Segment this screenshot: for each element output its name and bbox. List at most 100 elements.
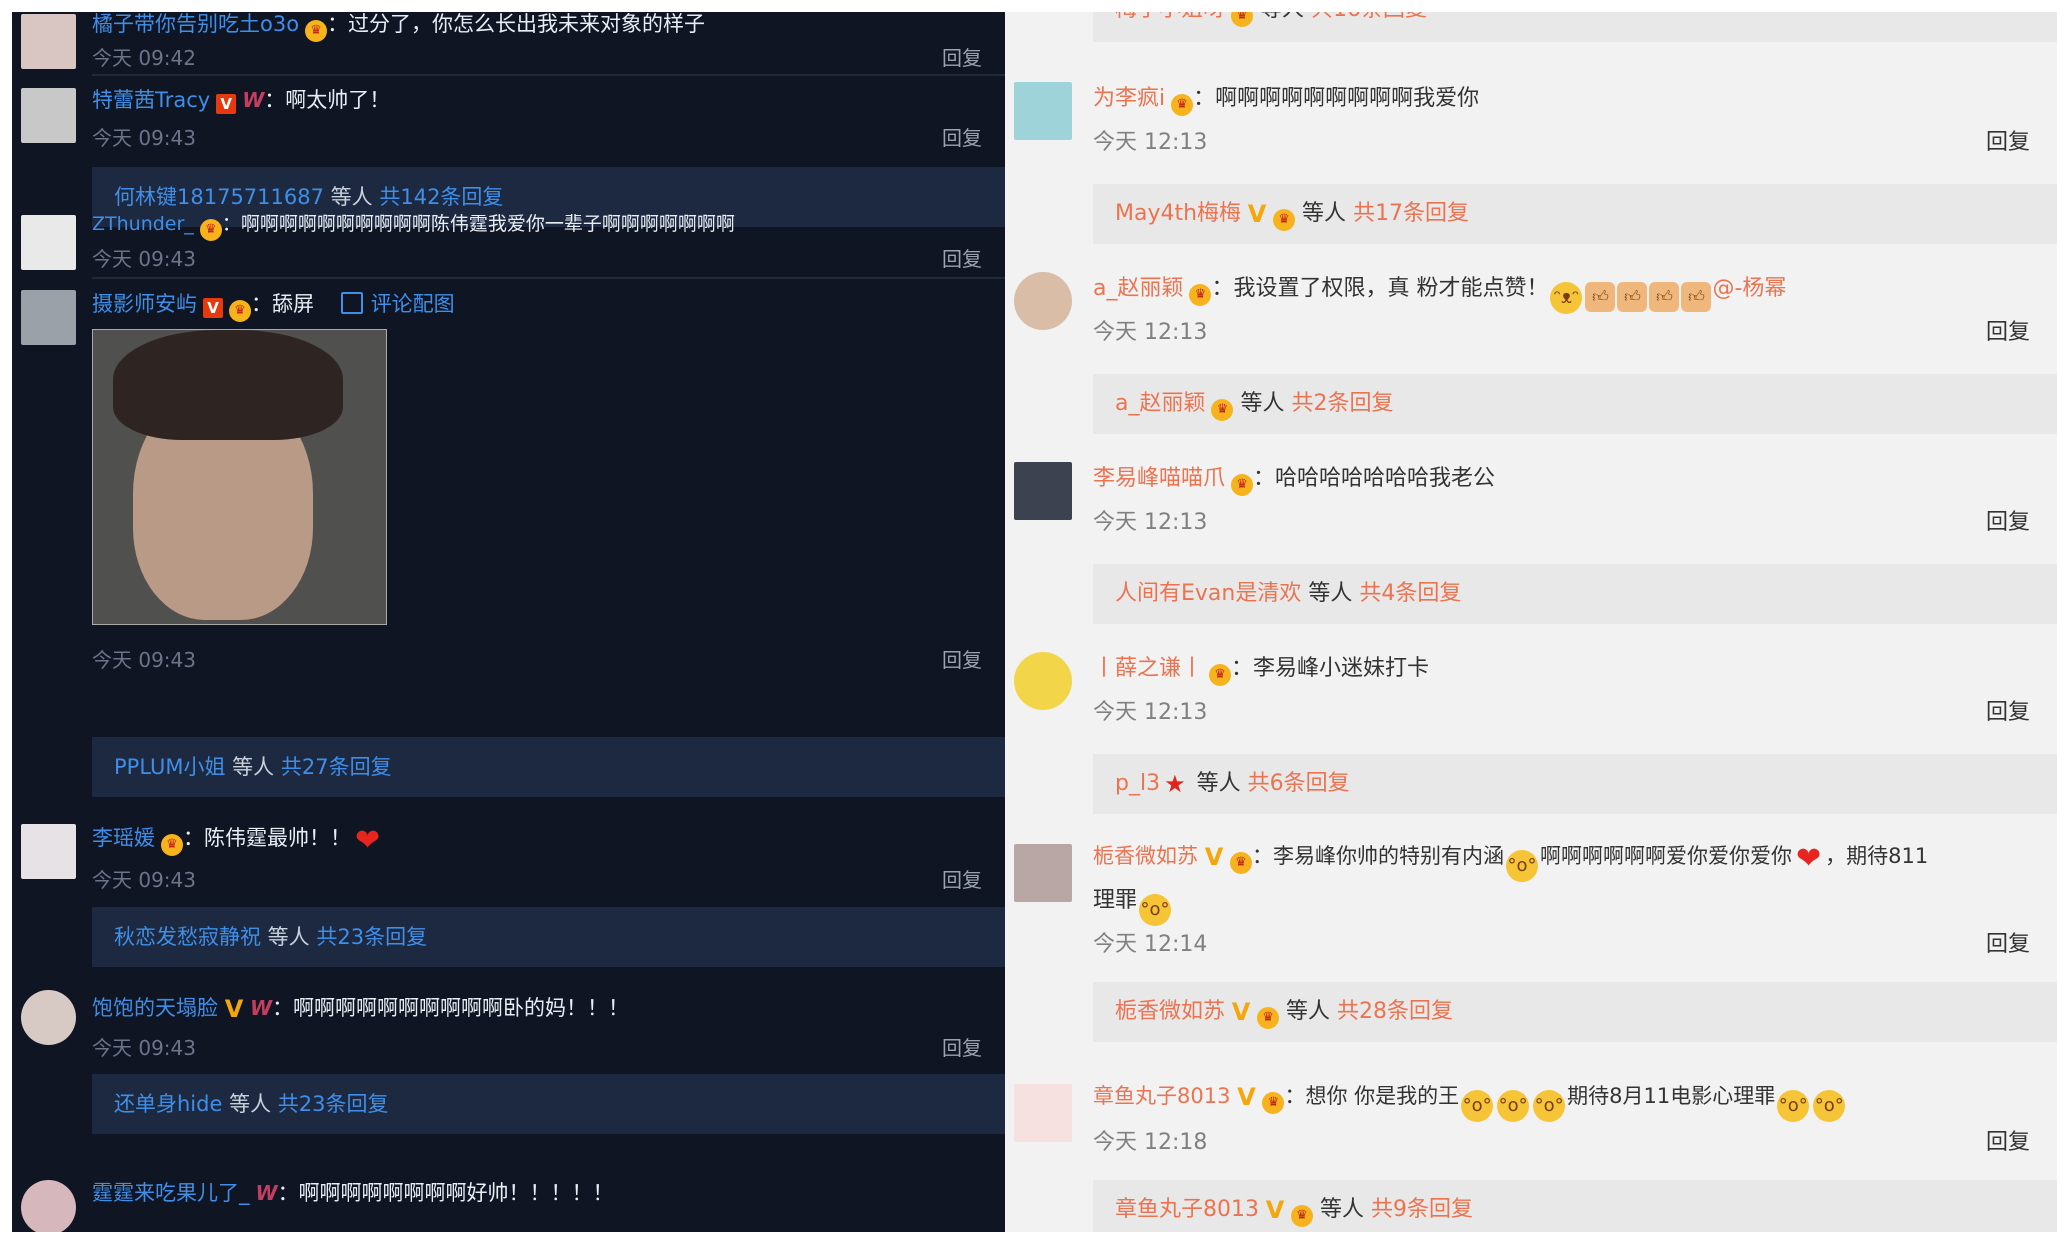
avatar[interactable]	[1014, 82, 1072, 140]
vip-crown-icon: ♛	[1291, 1205, 1313, 1227]
username[interactable]: a_赵丽颖	[1093, 276, 1183, 301]
username[interactable]: 丨薛之谦丨	[1093, 656, 1203, 681]
sub-reply-bar[interactable]: p_l3 ★ 等人 共6条回复	[1093, 754, 2057, 814]
sub-reply-bar[interactable]: PPLUM小姐 等人 共27条回复	[92, 737, 1005, 797]
comment-line: 李瑶媛 ♛ ：陈伟霆最帅！！ ❤	[92, 822, 1005, 858]
divider	[92, 277, 1005, 279]
avatar[interactable]	[1014, 1084, 1072, 1142]
mention-link[interactable]: @-杨幂	[1712, 276, 1786, 301]
avatar[interactable]	[21, 824, 76, 879]
sub-reply-bar[interactable]: 栀香微如苏 V ♛ 等人 共28条回复	[1093, 982, 2057, 1042]
sub-reply-count[interactable]: 共4条回复	[1359, 581, 1461, 606]
avatar[interactable]	[1014, 272, 1072, 330]
username[interactable]: 李易峰喵喵爪	[1093, 466, 1225, 491]
username[interactable]: 饱饱的天塌脸	[92, 996, 218, 1020]
reply-button[interactable]: 回复	[1986, 926, 2030, 958]
sub-reply-bar[interactable]: 梅子小姐呀 ♛ 等人 共16条回复	[1093, 12, 2057, 42]
sub-reply-bar[interactable]: 还单身hide 等人 共23条回复	[92, 1074, 1005, 1134]
sub-reply-count[interactable]: 共9条回复	[1371, 1197, 1473, 1222]
heart-emoji: ❤	[355, 823, 381, 858]
reply-button[interactable]: 回复	[942, 1032, 982, 1061]
sub-reply-names[interactable]: 章鱼丸子8013	[1115, 1197, 1259, 1222]
avatar[interactable]	[1014, 652, 1072, 710]
thumb-emoji: 👍︎	[1681, 282, 1712, 312]
vip-crown-icon: ♛	[1231, 12, 1254, 27]
sub-reply-names[interactable]: 秋恋发愁寂静祝	[114, 925, 261, 949]
avatar[interactable]	[21, 14, 76, 69]
sub-reply-names[interactable]: May4th梅梅	[1115, 201, 1241, 226]
comment-item: 章鱼丸子8013 V ♛ ：想你 你是我的王 °o° °o° °o° 期待8月11电影心理罪 °…	[1005, 1072, 2057, 1232]
comment-meta: 今天 12:13 回复	[1093, 694, 2057, 726]
comment-text: ：过分了，你怎么长出我未来对象的样子	[327, 12, 706, 36]
sub-reply-mid: 等人	[323, 185, 380, 209]
attach-label: 评论配图	[370, 292, 455, 316]
comment-meta: 今天 09:43 回复 142	[92, 864, 1005, 893]
comment-text: ：哈哈哈哈哈哈哈我老公	[1253, 466, 1496, 491]
sub-reply-count[interactable]: 共142条回复	[379, 185, 503, 209]
sub-reply-names[interactable]: 梅子小姐呀	[1115, 12, 1225, 22]
username[interactable]: 霆霆来吃果儿了_	[92, 1181, 250, 1205]
comment-item: ZThunder_ ♛ ：啊啊啊啊啊啊啊啊啊啊陈伟霆我爱你一辈子啊啊啊啊啊啊啊 今天…	[12, 207, 1005, 287]
avatar[interactable]	[21, 88, 76, 143]
comment-image-link[interactable]: 评论配图	[340, 292, 455, 316]
sub-reply-names[interactable]: a_赵丽颖	[1115, 391, 1205, 416]
reply-button[interactable]: 回复	[942, 42, 982, 71]
comment-text: ：想你 你是我的王	[1284, 1084, 1460, 1108]
vip-crown-icon: ♛	[161, 834, 183, 856]
surprised-emoji: °o°	[1813, 1090, 1846, 1122]
sub-reply-names[interactable]: p_l3	[1115, 771, 1160, 796]
username[interactable]: 为李疯i	[1093, 86, 1165, 111]
username[interactable]: 章鱼丸子8013	[1093, 1084, 1230, 1108]
avatar[interactable]	[1014, 844, 1072, 902]
sub-reply-names[interactable]: 还单身hide	[114, 1092, 222, 1116]
thumb-emoji: 👍︎	[1585, 282, 1616, 312]
reply-button[interactable]: 回复	[1986, 504, 2030, 536]
avatar[interactable]	[21, 990, 76, 1045]
sub-reply-names[interactable]: PPLUM小姐	[114, 755, 225, 779]
username[interactable]: 李瑶媛	[92, 826, 155, 850]
comment-photo[interactable]	[92, 329, 387, 625]
sub-reply-count[interactable]: 共6条回复	[1248, 771, 1350, 796]
reply-button[interactable]: 回复	[1986, 1124, 2030, 1156]
avatar[interactable]	[21, 1180, 76, 1232]
reply-button[interactable]: 回复	[1986, 694, 2030, 726]
reply-button[interactable]: 回复	[1986, 314, 2030, 346]
comment-text: ：啊啊啊啊啊啊啊啊啊啊卧的妈！！！	[272, 996, 630, 1020]
sub-reply-bar[interactable]: 章鱼丸子8013 V ♛ 等人 共9条回复	[1093, 1180, 2057, 1232]
sub-reply-count[interactable]: 共27条回复	[281, 755, 392, 779]
username[interactable]: 橘子带你告别吃土o3o	[92, 12, 299, 36]
timestamp: 今天 12:18	[1093, 1130, 1208, 1155]
reply-button[interactable]: 回复	[942, 644, 982, 673]
sub-reply-count[interactable]: 共2条回复	[1291, 391, 1393, 416]
sub-reply-count[interactable]: 共17条回复	[1353, 201, 1469, 226]
sub-reply-names[interactable]: 人间有Evan是清欢	[1115, 581, 1301, 606]
reply-button[interactable]: 回复	[942, 864, 982, 893]
sub-reply-count[interactable]: 共16条回复	[1311, 12, 1427, 22]
username[interactable]: 摄影师安屿	[92, 292, 197, 316]
sub-reply-bar[interactable]: 秋恋发愁寂静祝 等人 共23条回复	[92, 907, 1005, 967]
reply-button[interactable]: 回复	[942, 122, 982, 151]
avatar[interactable]	[21, 215, 76, 270]
username[interactable]: ZThunder_	[92, 213, 194, 235]
verified-v-icon: V	[1231, 998, 1251, 1026]
sub-reply-count[interactable]: 共23条回复	[316, 925, 427, 949]
reply-button[interactable]: 回复	[1986, 124, 2030, 156]
username[interactable]: 栀香微如苏	[1093, 844, 1198, 868]
comment-item: 橘子带你告别吃土o3o ♛ ：过分了，你怎么长出我未来对象的样子 今天 09:42 …	[12, 12, 1005, 82]
sub-reply-names[interactable]: 何林键18175711687	[114, 185, 324, 209]
surprised-emoji: °o°	[1461, 1090, 1494, 1122]
avatar[interactable]	[21, 290, 76, 345]
sub-reply-bar[interactable]: 人间有Evan是清欢 等人 共4条回复	[1093, 564, 2057, 624]
weibo-w-icon: W	[250, 996, 273, 1020]
reply-button[interactable]: 回复	[942, 243, 982, 272]
sub-reply-count[interactable]: 共28条回复	[1337, 999, 1453, 1024]
username[interactable]: 特蕾茜Tracy	[92, 88, 210, 112]
sub-reply-count[interactable]: 共23条回复	[278, 1092, 389, 1116]
comment-item: 李瑶媛 ♛：陈伟霆最帅！！❤ 今天 09:43 回复 142 秋恋发愁寂静祝 等人…	[12, 812, 1005, 982]
avatar[interactable]	[1014, 462, 1072, 520]
sub-reply-bar[interactable]: May4th梅梅 V ♛ 等人 共17条回复	[1093, 184, 2057, 244]
sub-reply-bar[interactable]: a_赵丽颖 ♛ 等人 共2条回复	[1093, 374, 2057, 434]
sub-reply-names[interactable]: 栀香微如苏	[1115, 999, 1225, 1024]
vip-crown-icon: ♛	[229, 300, 251, 322]
timestamp: 今天 09:43	[92, 868, 196, 892]
